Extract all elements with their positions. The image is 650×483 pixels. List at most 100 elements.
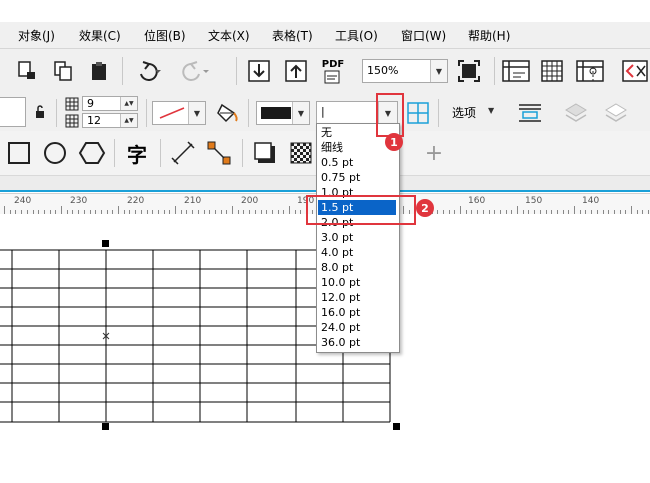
edit-fill-icon[interactable]	[214, 99, 242, 127]
rows-value: 9	[87, 97, 94, 110]
polygon-tool-icon[interactable]	[76, 139, 108, 167]
cols-stepper[interactable]: 12 ▲▼	[82, 113, 138, 128]
cols-value: 12	[87, 114, 101, 127]
ruler-tick	[574, 206, 575, 214]
guidelines-icon[interactable]	[574, 58, 606, 84]
separator	[160, 139, 161, 167]
outline-width-dropdown-list[interactable]: 无 细线 0.5 pt 0.75 pt 1.0 pt 1.5 pt 2.0 pt…	[316, 123, 400, 353]
annotation-highlight-item	[306, 195, 416, 225]
options-button[interactable]: 选项	[452, 104, 476, 121]
separator	[438, 99, 439, 127]
text-wrap-icon[interactable]	[514, 99, 546, 127]
ruler-label: 150	[525, 196, 543, 206]
separator	[248, 99, 249, 127]
dropdown-item[interactable]: 3.0 pt	[318, 230, 396, 245]
separator	[56, 99, 57, 127]
rows-stepper[interactable]: 9 ▲▼	[82, 96, 138, 111]
stepper-arrows-icon[interactable]: ▲▼	[120, 114, 137, 127]
chevron-down-icon[interactable]: ▼	[430, 60, 447, 82]
dropdown-item[interactable]: 16.0 pt	[318, 305, 396, 320]
dimension-tool-icon[interactable]	[168, 139, 198, 167]
add-tool-icon[interactable]: +	[420, 139, 448, 167]
import-down-icon[interactable]	[246, 58, 272, 84]
export-icon[interactable]	[50, 59, 76, 83]
selection-handle[interactable]	[393, 423, 400, 430]
full-screen-icon[interactable]	[455, 58, 483, 84]
export-up-icon[interactable]	[283, 58, 309, 84]
dropdown-item[interactable]: 12.0 pt	[318, 290, 396, 305]
table-borders-icon[interactable]	[404, 99, 432, 127]
border-color-combo[interactable]: ▼	[256, 101, 310, 125]
menu-table[interactable]: 表格(T)	[272, 27, 313, 44]
stepper-arrows-icon[interactable]: ▲▼	[120, 97, 137, 110]
dropdown-item[interactable]: 8.0 pt	[318, 260, 396, 275]
menu-tools[interactable]: 工具(O)	[335, 27, 378, 44]
dropdown-item[interactable]: 0.5 pt	[318, 155, 396, 170]
chevron-down-icon[interactable]: ▼	[188, 102, 205, 124]
snap-icon[interactable]	[618, 58, 650, 84]
annotation-highlight-arrow	[376, 93, 404, 137]
publish-pdf-button[interactable]: PDF	[318, 57, 348, 85]
transparency-tool-icon[interactable]	[286, 139, 316, 167]
menu-bar: 对象(J) 效果(C) 位图(B) 文本(X) 表格(T) 工具(O) 窗口(W…	[0, 22, 650, 49]
annotation-badge-2: 2	[416, 199, 434, 217]
text-tool-icon[interactable]: 字	[122, 139, 152, 167]
selection-handle[interactable]	[102, 423, 109, 430]
ruler-label: 220	[127, 196, 145, 206]
menu-text[interactable]: 文本(X)	[208, 27, 250, 44]
ruler-tick	[232, 206, 233, 214]
ruler-tick	[460, 206, 461, 214]
clipboard-icon[interactable]	[86, 59, 112, 83]
outline-width-value: |	[321, 105, 325, 118]
dropdown-item[interactable]: 4.0 pt	[318, 245, 396, 260]
ruler-tick	[175, 206, 176, 214]
menu-help[interactable]: 帮助(H)	[468, 27, 510, 44]
ruler-label: 200	[241, 196, 259, 206]
table-cols-icon	[64, 113, 80, 128]
chevron-down-icon[interactable]: ▼	[292, 102, 309, 124]
standard-toolbar: PDF 150% ▼	[0, 49, 650, 94]
menu-window[interactable]: 窗口(W)	[401, 27, 446, 44]
grid-icon[interactable]	[538, 58, 566, 84]
ruler-label: 140	[582, 196, 600, 206]
ruler-label: 230	[70, 196, 88, 206]
dropdown-item[interactable]: 36.0 pt	[318, 335, 396, 350]
ruler-tick	[289, 206, 290, 214]
ruler-label: 210	[184, 196, 202, 206]
zoom-level-value: 150%	[367, 64, 399, 77]
separator	[114, 139, 115, 167]
table-rows-icon	[64, 96, 80, 111]
menu-object[interactable]: 对象(J)	[18, 27, 55, 44]
pdf-label: PDF	[321, 58, 345, 70]
position-field[interactable]	[0, 97, 26, 127]
rulers-icon[interactable]	[500, 58, 532, 84]
ruler-label: 240	[14, 196, 32, 206]
top-strip	[0, 0, 650, 22]
zoom-level-combo[interactable]: 150% ▼	[362, 59, 448, 83]
undo-icon[interactable]	[132, 59, 162, 83]
border-color-swatch	[261, 107, 291, 119]
separator	[236, 57, 237, 85]
options-chevron-icon[interactable]: ▼	[488, 106, 494, 115]
redo-icon[interactable]	[180, 59, 210, 83]
send-backward-icon	[600, 99, 632, 127]
drop-shadow-tool-icon[interactable]	[250, 139, 280, 167]
ellipse-tool-icon[interactable]	[40, 139, 70, 167]
connector-tool-icon[interactable]	[204, 139, 234, 167]
menu-effects[interactable]: 效果(C)	[79, 27, 121, 44]
import-icon[interactable]	[14, 59, 40, 83]
pdf-icon	[324, 70, 340, 83]
separator	[122, 57, 123, 85]
dropdown-item[interactable]: 0.75 pt	[318, 170, 396, 185]
dropdown-item[interactable]: 10.0 pt	[318, 275, 396, 290]
ruler-tick	[61, 206, 62, 214]
menu-bitmaps[interactable]: 位图(B)	[144, 27, 186, 44]
no-fill-icon	[159, 107, 185, 119]
lock-icon[interactable]	[32, 103, 48, 121]
dropdown-item[interactable]: 24.0 pt	[318, 320, 396, 335]
ruler-tick	[631, 206, 632, 214]
background-color-combo[interactable]: ▼	[152, 101, 206, 125]
rectangle-tool-icon[interactable]	[4, 139, 34, 167]
ruler-tick	[118, 206, 119, 214]
selection-handle[interactable]	[102, 240, 109, 247]
